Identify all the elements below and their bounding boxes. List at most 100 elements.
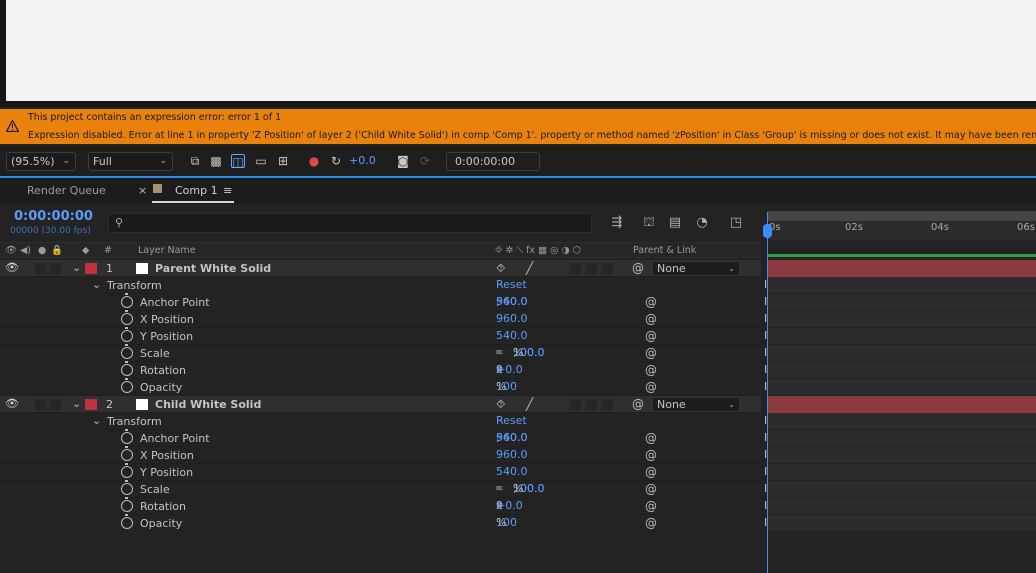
graph-editor-icon[interactable]: ◳ xyxy=(728,215,744,231)
region-of-interest-icon[interactable]: ▭ xyxy=(254,154,268,168)
property-value[interactable]: 960.0 xyxy=(496,312,528,325)
time-navigator[interactable] xyxy=(767,211,1036,221)
resolution-dropdown[interactable]: Full ⌄ xyxy=(88,152,173,171)
tab-render-queue[interactable]: Render Queue xyxy=(27,184,106,197)
chevron-down-icon[interactable]: ⌄ xyxy=(72,397,81,410)
pickwhip-icon[interactable]: @ xyxy=(645,346,657,360)
mask-visibility-icon[interactable]: ◫ xyxy=(231,154,245,169)
layer-duration-bar[interactable] xyxy=(767,260,1036,277)
snapshot-camera-icon[interactable]: ◙ xyxy=(396,154,410,168)
reset-link[interactable]: Reset xyxy=(496,278,527,291)
property-value[interactable]: 540.0 xyxy=(496,329,528,342)
motion-blur-switch[interactable] xyxy=(570,263,581,274)
eye-icon[interactable]: 👁 xyxy=(5,397,19,410)
adjustment-switch[interactable] xyxy=(586,263,597,274)
label-color[interactable] xyxy=(85,399,97,410)
3d-layer-switch[interactable] xyxy=(602,399,613,410)
chevron-down-icon[interactable]: ⌄ xyxy=(72,261,81,274)
pickwhip-icon[interactable]: @ xyxy=(645,482,657,496)
stopwatch-icon[interactable] xyxy=(121,429,133,444)
exposure-value[interactable]: +0.0 xyxy=(349,154,376,167)
fast-previews-icon[interactable]: ⧉ xyxy=(188,154,202,168)
audio-icon[interactable]: ◀) xyxy=(20,245,31,256)
solo-switch[interactable] xyxy=(35,399,46,410)
stopwatch-icon[interactable] xyxy=(121,446,133,461)
current-time-display[interactable]: 0:00:00:00 xyxy=(14,209,93,224)
pickwhip-icon[interactable]: @ xyxy=(632,261,644,275)
work-area-bar[interactable] xyxy=(767,254,1036,257)
lock-icon[interactable]: 🔒 xyxy=(51,245,63,256)
layer-name[interactable]: Parent White Solid xyxy=(155,262,271,275)
transform-group-row[interactable]: ⌄ Transform Reset xyxy=(0,413,761,430)
pickwhip-icon[interactable]: @ xyxy=(645,431,657,445)
constrain-proportions-icon[interactable]: ∞ xyxy=(495,483,503,494)
label-color[interactable] xyxy=(85,263,97,274)
pickwhip-icon[interactable]: @ xyxy=(645,295,657,309)
transform-group-row[interactable]: ⌄ Transform Reset xyxy=(0,277,761,294)
pickwhip-icon[interactable]: @ xyxy=(645,363,657,377)
motion-blur-icon[interactable]: ◔ xyxy=(694,215,710,231)
show-snapshot-icon[interactable]: ⟳ xyxy=(418,154,432,168)
column-layer-name[interactable]: Layer Name xyxy=(138,245,196,256)
lock-switch[interactable] xyxy=(50,263,61,274)
shy-switch-icon[interactable]: ⯑ xyxy=(496,397,505,412)
pickwhip-icon[interactable]: @ xyxy=(632,397,644,411)
quality-switch-icon[interactable]: ╱ xyxy=(526,261,533,275)
switches-icon[interactable]: ⯑ ✲ ⟍ fx ▦ ◎ ◑ ⬡ xyxy=(495,245,581,256)
property-value[interactable]: 540.0 xyxy=(496,465,528,478)
constrain-proportions-icon[interactable]: ∞ xyxy=(495,347,503,358)
3d-layer-switch[interactable] xyxy=(602,263,613,274)
stopwatch-icon[interactable] xyxy=(121,310,133,325)
adjustment-switch[interactable] xyxy=(586,399,597,410)
layer-duration-bar[interactable] xyxy=(767,396,1036,413)
property-value[interactable]: 960.0 xyxy=(496,448,528,461)
transparency-grid-icon[interactable]: ▩ xyxy=(209,154,223,168)
pickwhip-icon[interactable]: @ xyxy=(645,465,657,479)
column-parent-link[interactable]: Parent & Link xyxy=(633,245,696,256)
draft-3d-icon[interactable]: ⛫ xyxy=(641,215,657,231)
pickwhip-icon[interactable]: @ xyxy=(645,329,657,343)
stopwatch-icon[interactable] xyxy=(121,361,133,376)
tab-menu-icon[interactable]: ≡ xyxy=(223,184,232,197)
stopwatch-icon[interactable] xyxy=(121,327,133,342)
pickwhip-icon[interactable]: @ xyxy=(645,516,657,530)
close-tab-icon[interactable]: × xyxy=(138,184,147,197)
grid-guides-icon[interactable]: ⊞ xyxy=(276,154,290,168)
reset-exposure-icon[interactable]: ↻ xyxy=(329,154,343,168)
video-eye-icon[interactable]: 👁 xyxy=(5,245,17,256)
pickwhip-icon[interactable]: @ xyxy=(645,499,657,513)
label-tag-icon[interactable]: ◆ xyxy=(82,245,89,256)
layer-row[interactable]: 👁 ⌄ 2 Child White Solid ⯑ ╱ @ None ⌄ xyxy=(0,396,761,413)
stopwatch-icon[interactable] xyxy=(121,463,133,478)
layer-row[interactable]: 👁 ⌄ 1 Parent White Solid ⯑ ╱ @ None ⌄ xyxy=(0,260,761,277)
chevron-down-icon[interactable]: ⌄ xyxy=(92,278,101,291)
channel-rgb-icon[interactable]: ● xyxy=(307,154,321,168)
quality-switch-icon[interactable]: ╱ xyxy=(526,397,533,411)
chevron-down-icon[interactable]: ⌄ xyxy=(92,414,101,427)
stopwatch-icon[interactable] xyxy=(121,514,133,529)
solo-icon[interactable]: ● xyxy=(38,245,46,256)
pickwhip-icon[interactable]: @ xyxy=(645,448,657,462)
stopwatch-icon[interactable] xyxy=(121,344,133,359)
stopwatch-icon[interactable] xyxy=(121,293,133,308)
solo-switch[interactable] xyxy=(35,263,46,274)
hide-shy-layers-icon[interactable]: ▤ xyxy=(667,215,683,231)
stopwatch-icon[interactable] xyxy=(121,480,133,495)
tab-comp-1[interactable]: Comp 1 xyxy=(175,184,218,197)
shy-switch-icon[interactable]: ⯑ xyxy=(496,261,505,276)
time-ruler[interactable] xyxy=(767,221,1036,240)
layer-search-input[interactable]: ⚲ xyxy=(108,213,592,233)
motion-blur-switch[interactable] xyxy=(570,399,581,410)
playhead-handle[interactable] xyxy=(763,224,772,238)
stopwatch-icon[interactable] xyxy=(121,497,133,512)
pickwhip-icon[interactable]: @ xyxy=(645,312,657,326)
parent-dropdown[interactable]: None ⌄ xyxy=(652,397,740,412)
reset-link[interactable]: Reset xyxy=(496,414,527,427)
comp-mini-flowchart-icon[interactable]: ⇶ xyxy=(609,215,625,231)
layer-name[interactable]: Child White Solid xyxy=(155,398,261,411)
lock-switch[interactable] xyxy=(50,399,61,410)
stopwatch-icon[interactable] xyxy=(121,378,133,393)
magnification-dropdown[interactable]: (95.5%) ⌄ xyxy=(6,152,76,171)
composition-canvas[interactable] xyxy=(6,0,1036,101)
parent-dropdown[interactable]: None ⌄ xyxy=(652,261,740,276)
